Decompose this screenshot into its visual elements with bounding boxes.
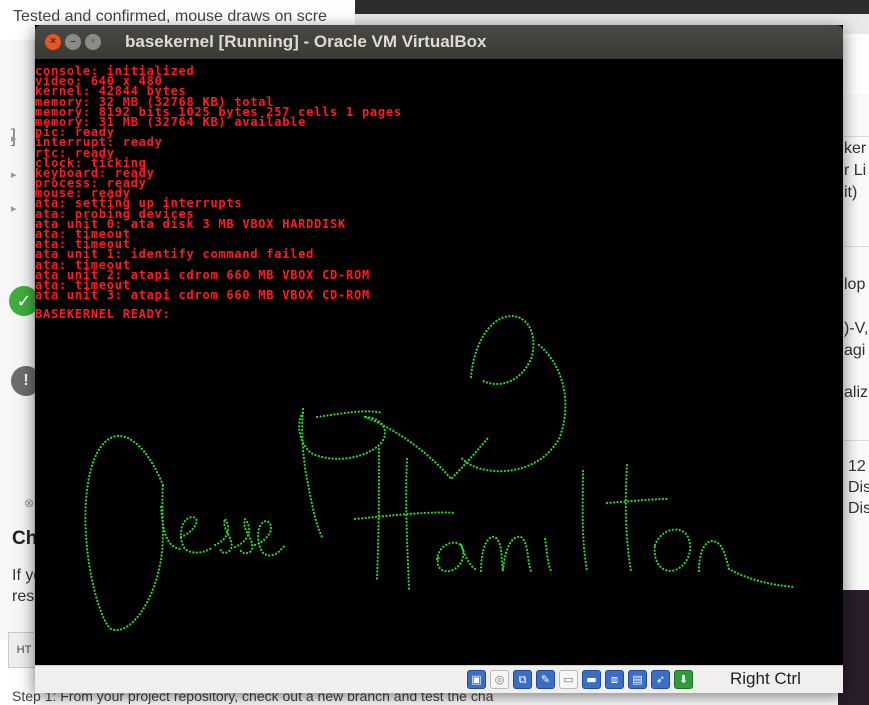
mouse-drawing [84,314,797,632]
arrow-right-icon: ▸ [11,203,17,215]
drawing-stroke [363,415,491,481]
drawing-stroke [315,410,385,419]
drawing-stroke [159,505,183,551]
drawing-stroke [405,457,411,591]
drawing-stroke [697,539,797,589]
background-heading: Ch [12,528,38,549]
drawing-stroke [375,447,381,581]
background-right-text: ker [844,140,867,157]
network-icon[interactable]: ⧉ [513,670,532,689]
maximize-icon[interactable]: ▫ [85,34,101,50]
background-right-text: aliz [844,384,869,401]
drawing-stroke [469,314,535,386]
background-right-text: r Li [844,162,867,179]
drawing-stroke [213,516,233,554]
window-title: basekernel [Running] - Oracle VM Virtual… [125,32,487,51]
usb-icon[interactable]: ✎ [536,670,555,689]
vm-display[interactable]: console: initialized video: 640 x 480 kern… [35,59,843,665]
background-right-text: lop [844,276,866,293]
background-left-rail: ] ▸ ▸ ▸ ⊗ [0,40,35,640]
drawing-stroke [653,528,692,573]
background-right-text: Dis [848,479,869,496]
hard-disk-icon[interactable]: ▣ [467,670,486,689]
background-right-text: agi [844,342,866,359]
drawing-stroke [605,497,669,505]
drawing-stroke [479,535,533,573]
background-right-text: )-V, [844,320,869,337]
tag-icon: ⊗ [24,496,35,510]
drawing-stroke [253,519,287,557]
shared-folders-icon[interactable]: ▭ [559,670,578,689]
drawing-stroke [543,537,553,573]
arrow-right-icon: ▸ [11,133,17,145]
video-capture-icon[interactable]: ⧈ [605,670,624,689]
drawing-stroke [581,469,589,573]
drawing-stroke [624,463,633,573]
virtualbox-window: × – ▫ basekernel [Running] - Oracle VM V… [35,25,843,693]
arrow-right-icon: ▸ [11,169,17,181]
optical-drive-icon[interactable]: ◎ [490,670,509,689]
display-icon[interactable]: ▬ [582,670,601,689]
mouse-integration-icon[interactable]: ➶ [651,670,670,689]
close-icon[interactable]: × [45,34,61,50]
drawing-stroke [179,515,215,554]
device-status-icons: ▣ ◎ ⧉ ✎ ▭ ▬ ⧈ ▤ ➶ ⬇ [467,670,693,690]
cpu-icon[interactable]: ▤ [628,670,647,689]
keyboard-capture-icon[interactable]: ⬇ [674,670,693,689]
background-right-text: 12 [848,458,866,475]
host-key-label: Right Ctrl [730,669,801,688]
drawing-stroke [301,407,325,541]
window-titlebar[interactable]: × – ▫ basekernel [Running] - Oracle VM V… [35,25,843,59]
background-top-bar [355,0,869,14]
background-page-header-text: Tested and confirmed, mouse draws on scr… [13,8,327,25]
drawing-stroke [353,511,457,521]
drawing-stroke [84,434,165,632]
background-right-text: Dis [848,500,869,517]
drawing-stroke [435,541,465,573]
minimize-icon[interactable]: – [65,34,81,50]
drawing-stroke [233,516,254,555]
vm-statusbar: ▣ ◎ ⧉ ✎ ▭ ▬ ⧈ ▤ ➶ ⬇ Right Ctrl [35,665,843,693]
background-right-text: it) [844,184,858,201]
